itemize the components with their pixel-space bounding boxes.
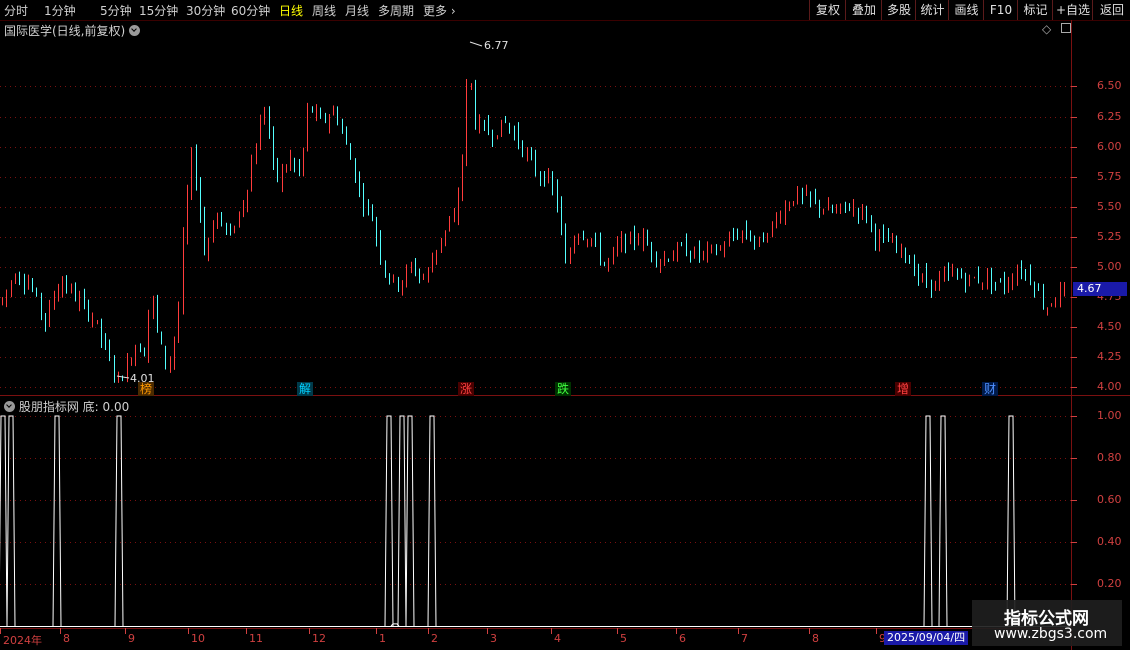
date-tick-label: 5 xyxy=(620,632,627,645)
high-leader xyxy=(469,41,483,47)
date-tick-label: 10 xyxy=(191,632,205,645)
date-tick-label: 8 xyxy=(812,632,819,645)
indicator-spike xyxy=(923,415,933,627)
indicator-axis-label: 0.40 xyxy=(1097,535,1122,548)
indicator-spike xyxy=(397,415,407,627)
price-axis-label: 4.00 xyxy=(1097,380,1122,394)
date-tick-label: 2 xyxy=(431,632,438,645)
high-price-label: 6.77 xyxy=(484,39,509,52)
cursor-date-label: 2025/09/04/四 xyxy=(884,631,969,645)
indicator-title: 股朋指标网 底: 0.00 xyxy=(4,398,129,415)
event-marker-rise[interactable]: 涨 xyxy=(458,382,475,396)
watermark-url: www.zbgs3.com xyxy=(994,626,1108,642)
event-marker-finance[interactable]: 财 xyxy=(982,382,999,396)
event-marker-unlock[interactable]: 解 xyxy=(297,382,314,396)
date-tick-label: 8 xyxy=(63,632,70,645)
indicator-spike xyxy=(405,415,415,627)
event-marker-increase[interactable]: 增 xyxy=(895,382,912,396)
indicator-spike xyxy=(114,415,124,627)
indicator-spike xyxy=(6,415,16,627)
price-axis-label: 5.75 xyxy=(1097,169,1122,183)
indicator-spike xyxy=(384,415,394,627)
indicator-value: 底: 0.00 xyxy=(82,400,130,414)
indicator-axis-label: 0.20 xyxy=(1097,577,1122,590)
price-axis-label: 5.25 xyxy=(1097,229,1122,243)
price-axis-label: 5.50 xyxy=(1097,199,1122,213)
indicator-spike xyxy=(0,415,8,627)
indicator-spike xyxy=(52,415,62,627)
date-tick-label: 4 xyxy=(554,632,561,645)
date-tick-label: 3 xyxy=(490,632,497,645)
indicator-spike xyxy=(938,415,948,627)
event-marker-fall[interactable]: 跌 xyxy=(555,382,572,396)
price-axis-label: 6.50 xyxy=(1097,79,1122,93)
indicator-spike xyxy=(427,415,437,627)
indicator-axis-label: 0.80 xyxy=(1097,451,1122,464)
date-tick-label: 2024年 xyxy=(3,634,42,647)
current-price-tag: 4.67 xyxy=(1073,282,1127,296)
price-axis-label: 6.25 xyxy=(1097,109,1122,123)
price-axis-label: 5.00 xyxy=(1097,259,1122,273)
date-tick-label: 6 xyxy=(679,632,686,645)
price-axis-label: 4.25 xyxy=(1097,350,1122,364)
date-tick-label: 11 xyxy=(249,632,263,645)
date-tick-label: 9 xyxy=(128,632,135,645)
date-tick-label: 7 xyxy=(741,632,748,645)
date-tick-label: 1 xyxy=(379,632,386,645)
price-axis-label: 4.50 xyxy=(1097,320,1122,334)
indicator-name: 股朋指标网 xyxy=(18,400,79,414)
date-tick-label: 12 xyxy=(312,632,326,645)
price-axis-label: 6.00 xyxy=(1097,139,1122,153)
event-marker-rank[interactable]: 榜 xyxy=(138,382,155,396)
chevron-down-icon[interactable] xyxy=(4,401,15,412)
candlestick-chart xyxy=(0,20,1130,650)
indicator-axis-label: 1.00 xyxy=(1097,409,1122,422)
indicator-axis-label: 0.60 xyxy=(1097,493,1122,506)
indicator-spike xyxy=(1006,415,1016,627)
